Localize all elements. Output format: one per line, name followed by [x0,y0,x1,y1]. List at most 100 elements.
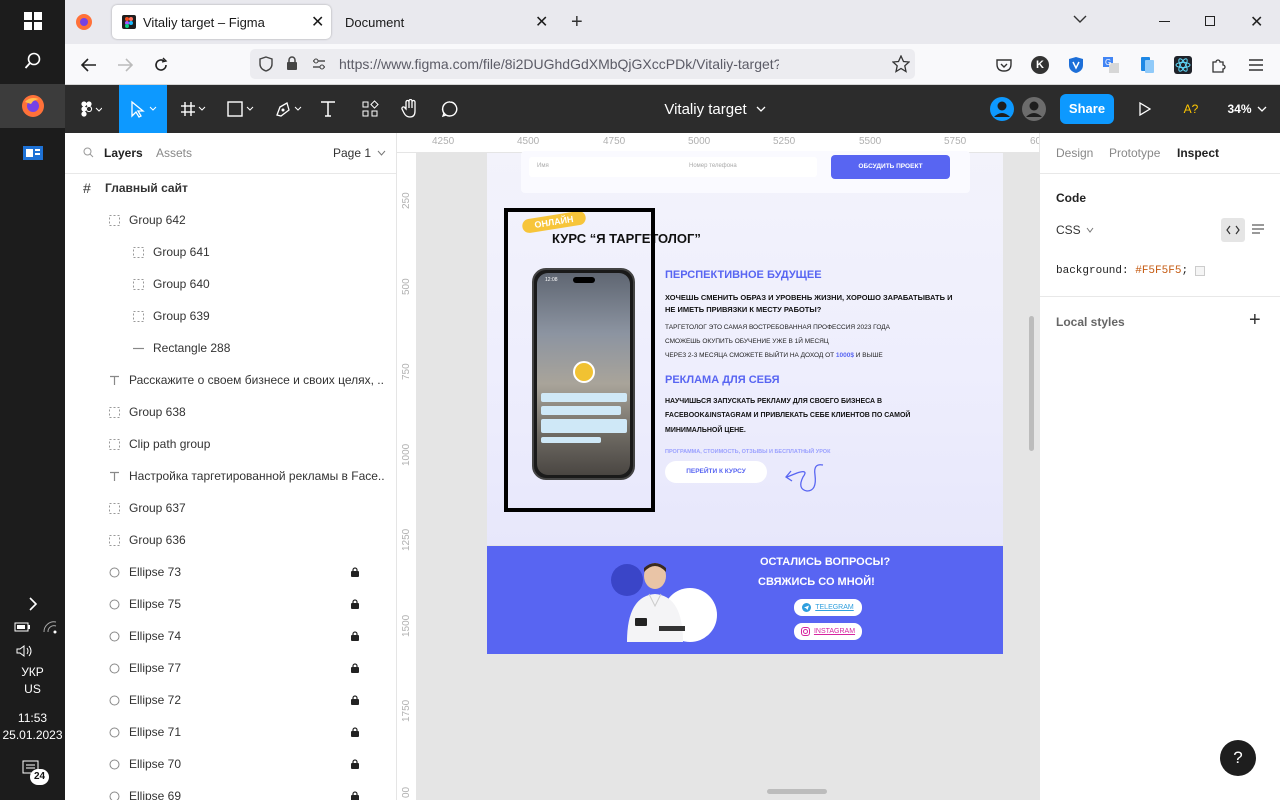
layer-row[interactable]: Ellipse 77 [65,652,396,684]
wifi-icon[interactable] [42,620,58,634]
layer-row[interactable]: Rectangle 288 [65,332,396,364]
horizontal-scrollbar[interactable] [767,789,827,794]
extensions-puzzle-icon[interactable] [1208,54,1230,76]
code-language-select[interactable]: CSS [1056,223,1094,237]
tab-assets[interactable]: Assets [156,146,192,160]
zoom-menu[interactable]: 34% [1225,85,1269,133]
layer-row[interactable]: Ellipse 70 [65,748,396,780]
lock-icon[interactable] [350,567,360,577]
comment-tool-icon[interactable] [437,85,463,133]
collaborator-avatar[interactable] [1020,85,1048,133]
reload-icon[interactable] [150,54,172,76]
windows-start-icon[interactable] [0,8,65,34]
new-tab-icon[interactable]: + [571,11,583,34]
design-frame-main[interactable]: Имя Номер телефона ОБСУДИТЬ ПРОЕКТ ОНЛАЙ… [487,151,1003,545]
lock-icon[interactable] [350,791,360,800]
layer-row[interactable]: Ellipse 69 [65,780,396,800]
lock-icon[interactable] [350,663,360,673]
present-icon[interactable] [1133,85,1157,133]
close-window-icon[interactable]: ✕ [1250,12,1263,32]
phone-input[interactable]: Номер телефона [683,157,817,177]
layer-row[interactable]: Ellipse 74 [65,620,396,652]
form-card[interactable]: Имя Номер телефона ОБСУДИТЬ ПРОЕКТ [521,151,970,193]
chevron-right-icon[interactable] [0,594,65,614]
layer-row[interactable]: Group 639 [65,300,396,332]
go-to-course-button[interactable]: ПЕРЕЙТИ К КУРСУ [665,461,767,483]
language-indicator[interactable]: УКР [0,664,65,681]
url-text[interactable]: https://www.figma.com/file/8i2DUGhdGdXMb… [339,56,779,72]
page-selector[interactable]: Page 1 [333,146,386,160]
volume-icon[interactable] [16,644,34,658]
tab-layers[interactable]: Layers [104,146,143,160]
instagram-button[interactable]: INSTAGRAM [794,623,862,640]
layer-row[interactable]: Group 638 [65,396,396,428]
figma-menu-icon[interactable] [71,85,111,133]
contact-banner[interactable]: ОСТАЛИСЬ ВОПРОСЫ? СВЯЖИСЬ СО МНОЙ! TELEG… [487,546,1003,654]
layer-row[interactable]: Ellipse 72 [65,684,396,716]
vpn-shield-icon[interactable] [1065,54,1087,76]
notifications-icon[interactable]: 24 [22,760,49,785]
extension-icon[interactable] [1136,54,1158,76]
text-tool-icon[interactable] [315,85,341,133]
battery-icon[interactable] [14,620,32,634]
css-code-line[interactable]: background: #F5F5F5; [1056,265,1206,277]
list-all-tabs-icon[interactable] [1073,14,1087,24]
move-tool-icon[interactable] [119,85,167,133]
profile-avatar[interactable]: K [1029,54,1051,76]
lock-icon[interactable] [350,599,360,609]
bookmark-star-icon[interactable] [892,55,910,73]
restore-icon[interactable] [1205,16,1215,26]
permissions-icon[interactable] [312,57,326,71]
back-icon[interactable] [78,54,100,76]
discuss-project-button[interactable]: ОБСУДИТЬ ПРОЕКТ [831,155,950,179]
add-style-icon[interactable]: + [1249,309,1261,332]
app-taskbar-icon[interactable] [0,132,65,174]
hand-tool-icon[interactable] [397,85,423,133]
vertical-scrollbar[interactable] [1029,316,1034,451]
lock-icon[interactable] [286,56,298,71]
close-tab-icon[interactable]: ✕ [535,12,548,32]
pen-tool-icon[interactable] [267,85,309,133]
react-devtools-icon[interactable] [1172,54,1194,76]
layer-row[interactable]: Group 642 [65,204,396,236]
lock-icon[interactable] [350,759,360,769]
firefox-taskbar-icon[interactable] [0,84,65,128]
layer-row[interactable]: Group 636 [65,524,396,556]
keyboard-layout[interactable]: US [0,681,65,698]
shield-icon[interactable] [259,56,273,72]
canvas[interactable]: 4250 4500 4750 5000 5250 5500 5750 60 25… [397,133,1039,800]
firefox-view-icon[interactable] [75,13,93,31]
close-tab-icon[interactable]: ✕ [311,12,324,32]
tab-prototype[interactable]: Prototype [1109,146,1160,160]
layer-row[interactable]: Group 640 [65,268,396,300]
name-input[interactable]: Имя [529,157,699,177]
resources-icon[interactable] [357,85,383,133]
clock-date[interactable]: 25.01.2023 [0,727,65,744]
frame-tool-icon[interactable] [171,85,213,133]
url-bar[interactable]: https://www.figma.com/file/8i2DUGhdGdXMb… [250,49,915,79]
lock-icon[interactable] [350,695,360,705]
lock-icon[interactable] [350,727,360,737]
translate-icon[interactable]: G [1100,54,1122,76]
layer-row[interactable]: Ellipse 73 [65,556,396,588]
help-button[interactable]: ? [1220,740,1256,776]
tab-design[interactable]: Design [1056,146,1093,160]
layer-row[interactable]: Group 637 [65,492,396,524]
tab-figma[interactable]: Vitaliy target – Figma ✕ [112,5,331,39]
telegram-button[interactable]: TELEGRAM [794,599,862,616]
clock-time[interactable]: 11:53 [0,710,65,727]
layer-row[interactable]: Расскажите о своем бизнесе и своих целях… [65,364,396,396]
file-name[interactable]: Vitaliy target [655,85,775,133]
layer-row[interactable]: Ellipse 71 [65,716,396,748]
minimize-icon[interactable] [1159,21,1170,22]
share-button[interactable]: Share [1060,94,1114,124]
frame-layer[interactable]: # Главный сайт [65,172,396,204]
layer-row[interactable]: Group 641 [65,236,396,268]
code-view-icon[interactable] [1221,218,1245,242]
shape-tool-icon[interactable] [219,85,261,133]
user-avatar[interactable] [988,85,1016,133]
layer-row[interactable]: Clip path group [65,428,396,460]
search-icon[interactable] [0,48,65,74]
selection-box[interactable] [504,208,655,512]
pocket-icon[interactable] [993,54,1015,76]
